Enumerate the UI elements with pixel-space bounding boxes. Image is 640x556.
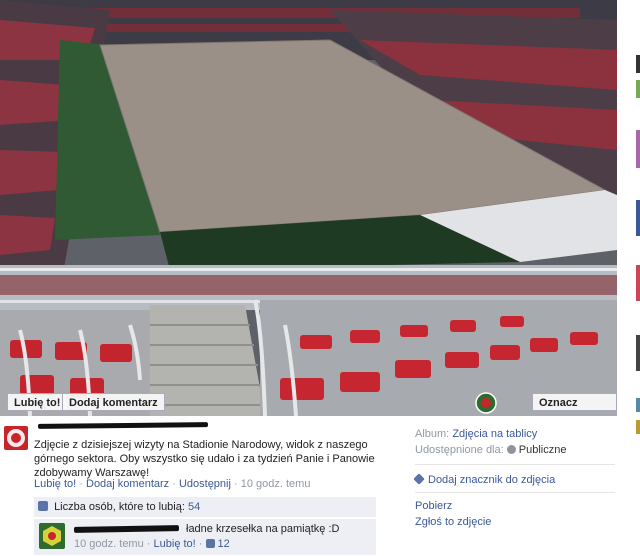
comment-actions: 10 godz. temu · Lubię to! · 12 [74,538,230,550]
club-crest-watermark [475,392,497,414]
likes-summary: Liczba osób, które to lubią: 54 [34,497,376,517]
photo-like-button[interactable]: Lubię to! [7,393,68,411]
comment-item: ładne krzesełka na pamiątkę :D 10 godz. … [34,519,376,555]
download-link[interactable]: Pobierz [415,500,452,512]
poster-avatar[interactable] [4,426,28,450]
add-tag-row[interactable]: Dodaj znacznik do zdjęcia [413,473,555,486]
post-actions: Lubię to! · Dodaj komentarz · Udostępnij… [34,478,310,490]
separator: · [198,538,203,550]
stadium-image [0,0,617,416]
right-edge-strip [624,0,640,556]
tag-photo-button[interactable]: Oznacz zdjęcie [532,393,617,416]
likes-label: Liczba osób, które to lubią: [54,501,185,513]
strip-thumb [636,80,640,98]
privacy-row: Udostępnione dla: Publiczne [415,444,566,456]
post-caption: Zdjęcie z dzisiejszej wizyty na Stadioni… [34,439,375,479]
photo-comment-button[interactable]: Dodaj komentarz [62,393,165,411]
comment-like-link[interactable]: Lubię to! [154,538,196,550]
divider [415,464,615,465]
strip-thumb [636,420,640,434]
stadium-photo[interactable]: Lubię to! Dodaj komentarz Oznacz zdjęcie [0,0,617,416]
report-link[interactable]: Zgłoś to zdjęcie [415,516,491,528]
strip-thumb [636,398,640,412]
separator: · [146,538,151,550]
strip-thumb [636,55,640,73]
commenter-avatar[interactable] [39,523,65,549]
strip-thumb [636,130,640,168]
redacted-commenter-name [73,525,180,533]
shared-label: Udostępnione dla: [415,444,504,456]
post-share-link[interactable]: Udostępnij [179,478,231,490]
post-comment-link[interactable]: Dodaj komentarz [86,478,169,490]
divider [415,492,615,493]
separator: · [234,478,238,490]
strip-thumb [636,200,640,236]
album-link[interactable]: Zdjęcia na tablicy [452,428,537,440]
separator: · [172,478,176,490]
album-row: Album: Zdjęcia na tablicy [415,428,537,440]
globe-icon [506,445,516,454]
separator: · [79,478,83,490]
thumbs-up-icon [205,539,215,548]
post-timestamp[interactable]: 10 godz. temu [241,478,311,490]
download-row: Pobierz [415,500,452,512]
report-row: Zgłoś to zdjęcie [415,516,491,528]
comment-timestamp[interactable]: 10 godz. temu [74,538,144,550]
album-label: Album: [415,428,450,440]
redacted-poster-name [37,422,209,429]
tag-icon [413,473,425,485]
add-tag-link[interactable]: Dodaj znacznik do zdjęcia [428,474,555,486]
likes-count-link[interactable]: 54 [188,501,200,513]
thumbs-up-icon [38,501,48,511]
privacy-value[interactable]: Publiczne [519,444,567,456]
post-like-link[interactable]: Lubię to! [34,478,76,490]
comment-text: ładne krzesełka na pamiątkę :D [186,523,340,535]
comment-like-count[interactable]: 12 [218,538,230,550]
strip-thumb [636,335,640,371]
strip-thumb [636,265,640,301]
